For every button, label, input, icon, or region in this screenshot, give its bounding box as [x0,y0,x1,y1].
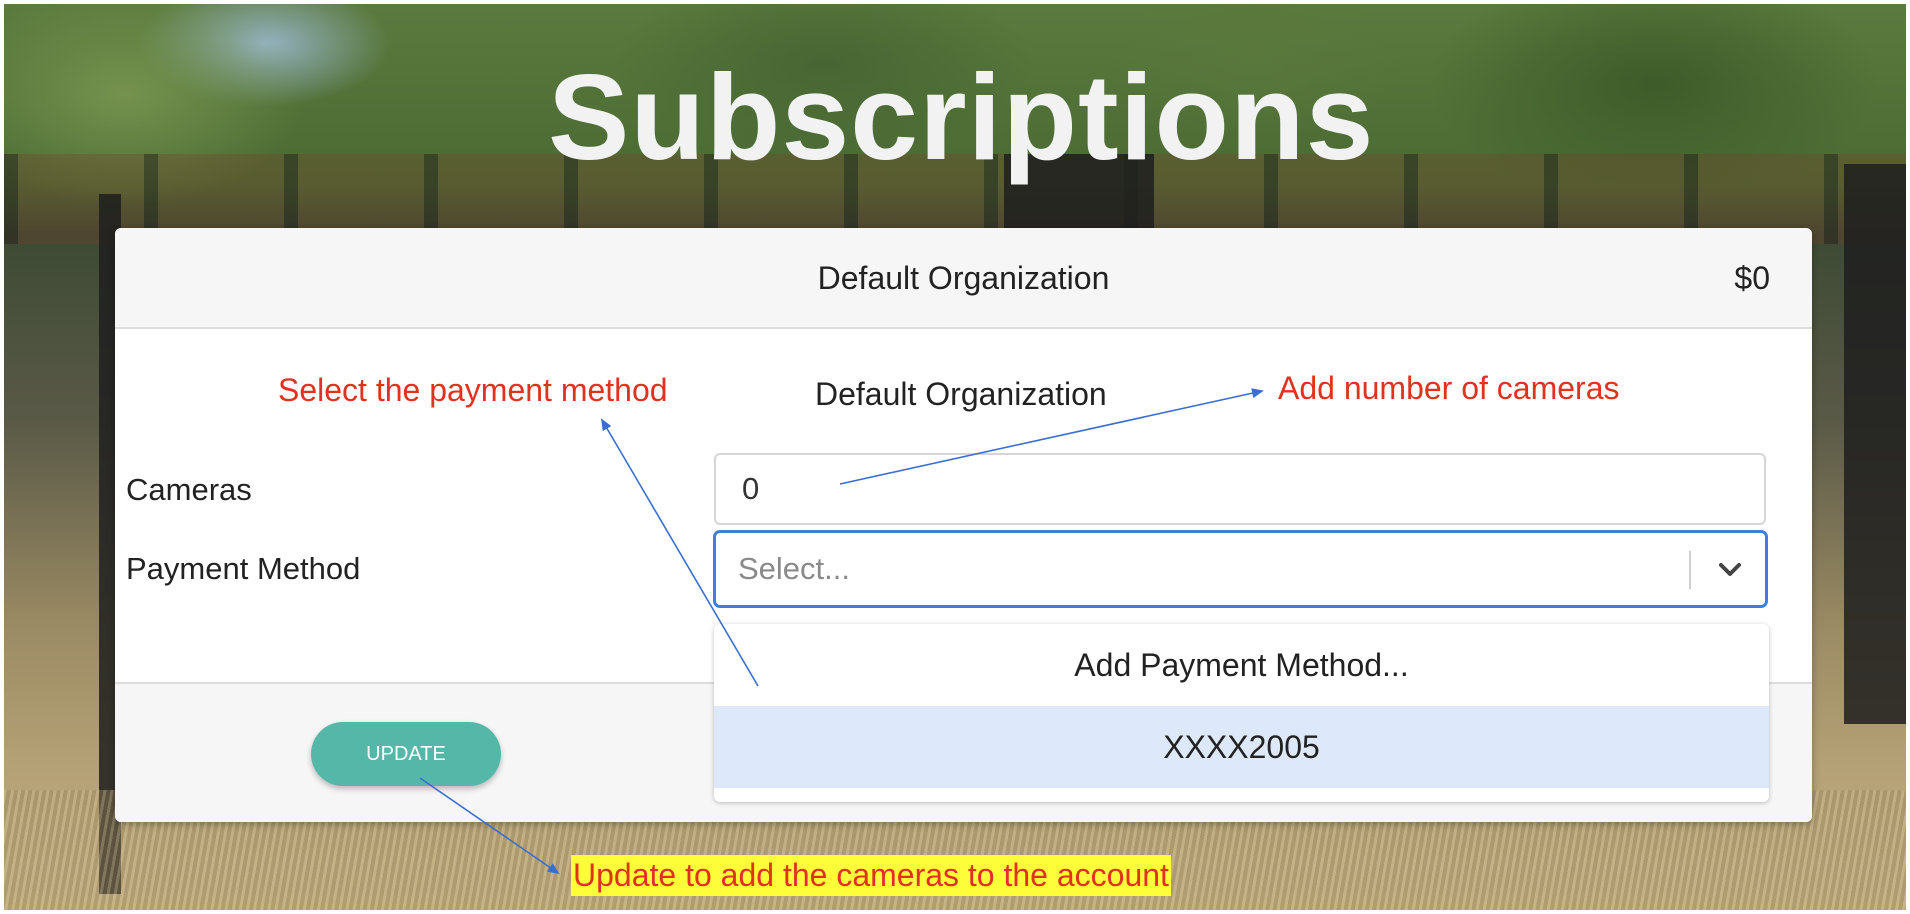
select-placeholder: Select... [738,551,850,586]
payment-method-dropdown: Add Payment Method... XXXX2005 [714,624,1769,802]
annotation-update-note: Update to add the cameras to the account [571,855,1171,896]
fence-post [1844,164,1906,724]
header-organization-name: Default Organization [817,260,1110,296]
payment-method-label: Payment Method [126,551,361,586]
header-price: $0 [1734,260,1770,296]
payment-method-select[interactable]: Select... [713,530,1768,608]
cameras-input[interactable] [714,453,1766,525]
card-header: Default Organization $0 [115,228,1812,329]
select-separator [1689,551,1691,589]
page-title: Subscriptions [548,49,1375,185]
dropdown-option-card[interactable]: XXXX2005 [714,706,1769,788]
update-button[interactable]: UPDATE [311,722,501,786]
chevron-down-icon[interactable] [1715,555,1745,585]
subscription-card: Default Organization $0 Default Organiza… [115,228,1812,822]
dropdown-option-add-payment[interactable]: Add Payment Method... [714,624,1769,706]
annotation-select-payment: Select the payment method [278,372,668,408]
organization-name: Default Organization [815,376,1107,412]
annotation-add-cameras: Add number of cameras [1278,370,1620,406]
cameras-label: Cameras [126,472,252,507]
